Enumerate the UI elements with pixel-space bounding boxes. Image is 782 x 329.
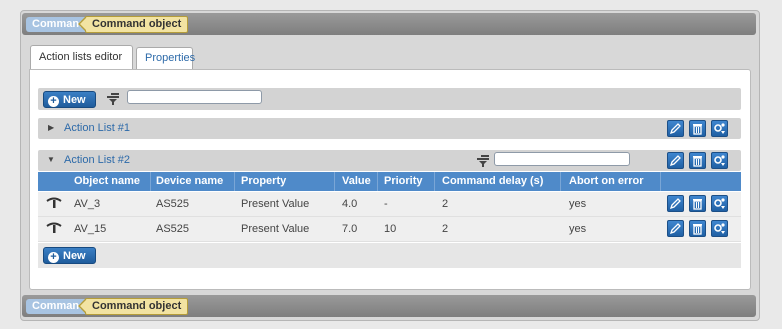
edit-pencil-icon [669, 155, 681, 167]
filter-icon[interactable] [476, 154, 490, 168]
delete-button[interactable] [689, 152, 706, 169]
filter-icon[interactable] [106, 92, 120, 106]
delete-row-button[interactable] [689, 195, 706, 212]
cell-property: Present Value [241, 223, 310, 235]
command-wand-icon [46, 222, 62, 233]
edit-pencil-icon [669, 223, 681, 235]
gear-icon [714, 198, 725, 209]
settings-row-button[interactable] [711, 220, 728, 237]
tab-properties[interactable]: Properties [136, 47, 195, 69]
cell-device-name: AS525 [156, 198, 190, 210]
gear-icon [714, 155, 725, 166]
table-row[interactable]: AV_3 AS525 Present Value 4.0 - 2 yes [38, 192, 741, 217]
delete-row-button[interactable] [689, 220, 706, 237]
column-divider [150, 172, 151, 191]
cell-priority: - [384, 198, 388, 210]
column-divider [377, 172, 378, 191]
edit-pencil-icon [669, 198, 681, 210]
column-header-priority[interactable]: Priority [384, 175, 423, 187]
edit-button[interactable] [667, 152, 684, 169]
settings-row-button[interactable] [711, 195, 728, 212]
trash-icon [693, 199, 702, 210]
list-footer [38, 243, 741, 268]
cell-priority: 10 [384, 223, 397, 235]
column-header-object-name[interactable]: Object name [74, 175, 140, 187]
breadcrumb-current[interactable]: Command object [77, 16, 189, 33]
new-action-label: New [63, 250, 86, 262]
column-divider [434, 172, 435, 191]
breadcrumb-top: Commands Command object [22, 13, 756, 35]
edit-button[interactable] [667, 120, 684, 137]
cell-value: 7.0 [342, 223, 358, 235]
action-list-1-header[interactable]: ▶ Action List #1 [38, 118, 741, 139]
cell-command-delay: 2 [442, 223, 449, 235]
column-header-property[interactable]: Property [241, 175, 286, 187]
caret-down-icon[interactable]: ▼ [47, 155, 55, 164]
settings-button[interactable] [711, 152, 728, 169]
cell-abort-on-error: yes [569, 223, 587, 235]
gear-icon [714, 223, 725, 234]
new-button-label: New [63, 94, 86, 106]
column-divider [560, 172, 561, 191]
trash-icon [693, 124, 702, 135]
delete-button[interactable] [689, 120, 706, 137]
caret-right-icon[interactable]: ▶ [48, 123, 54, 132]
table-header: Object name Device name Property Value P… [38, 172, 741, 191]
cell-value: 4.0 [342, 198, 358, 210]
new-action-button[interactable]: + New [43, 247, 96, 264]
cell-abort-on-error: yes [569, 198, 587, 210]
column-header-command-delay[interactable]: Command delay (s) [442, 175, 543, 187]
cell-object-name: AV_15 [74, 223, 107, 235]
column-header-device-name[interactable]: Device name [156, 175, 223, 187]
new-action-list-button[interactable]: + New [43, 91, 96, 108]
column-header-abort-on-error[interactable]: Abort on error [569, 175, 644, 187]
plus-icon: + [48, 252, 59, 263]
edit-pencil-icon [669, 123, 681, 135]
cell-property: Present Value [241, 198, 310, 210]
edit-row-button[interactable] [667, 195, 684, 212]
trash-icon [693, 156, 702, 167]
tab-action-lists-editor[interactable]: Action lists editor [30, 45, 133, 71]
action-list-2-header[interactable]: ▼ Action List #2 [38, 150, 741, 171]
breadcrumb-bottom: Commands Command object [22, 295, 756, 317]
breadcrumb-current[interactable]: Command object [77, 298, 189, 315]
column-header-value[interactable]: Value [342, 175, 371, 187]
edit-row-button[interactable] [667, 220, 684, 237]
action-list-filter-input[interactable] [494, 152, 630, 166]
cell-device-name: AS525 [156, 223, 190, 235]
column-divider [334, 172, 335, 191]
filter-input[interactable] [127, 90, 262, 104]
gear-icon [714, 123, 725, 134]
plus-icon: + [48, 96, 59, 107]
cell-object-name: AV_3 [74, 198, 101, 210]
action-list-2-title[interactable]: Action List #2 [64, 154, 130, 166]
table-row[interactable]: AV_15 AS525 Present Value 7.0 10 2 yes [38, 217, 741, 242]
column-divider [660, 172, 661, 191]
column-divider [234, 172, 235, 191]
trash-icon [693, 224, 702, 235]
command-wand-icon [46, 197, 62, 208]
action-list-1-title[interactable]: Action List #1 [64, 122, 130, 134]
cell-command-delay: 2 [442, 198, 449, 210]
settings-button[interactable] [711, 120, 728, 137]
